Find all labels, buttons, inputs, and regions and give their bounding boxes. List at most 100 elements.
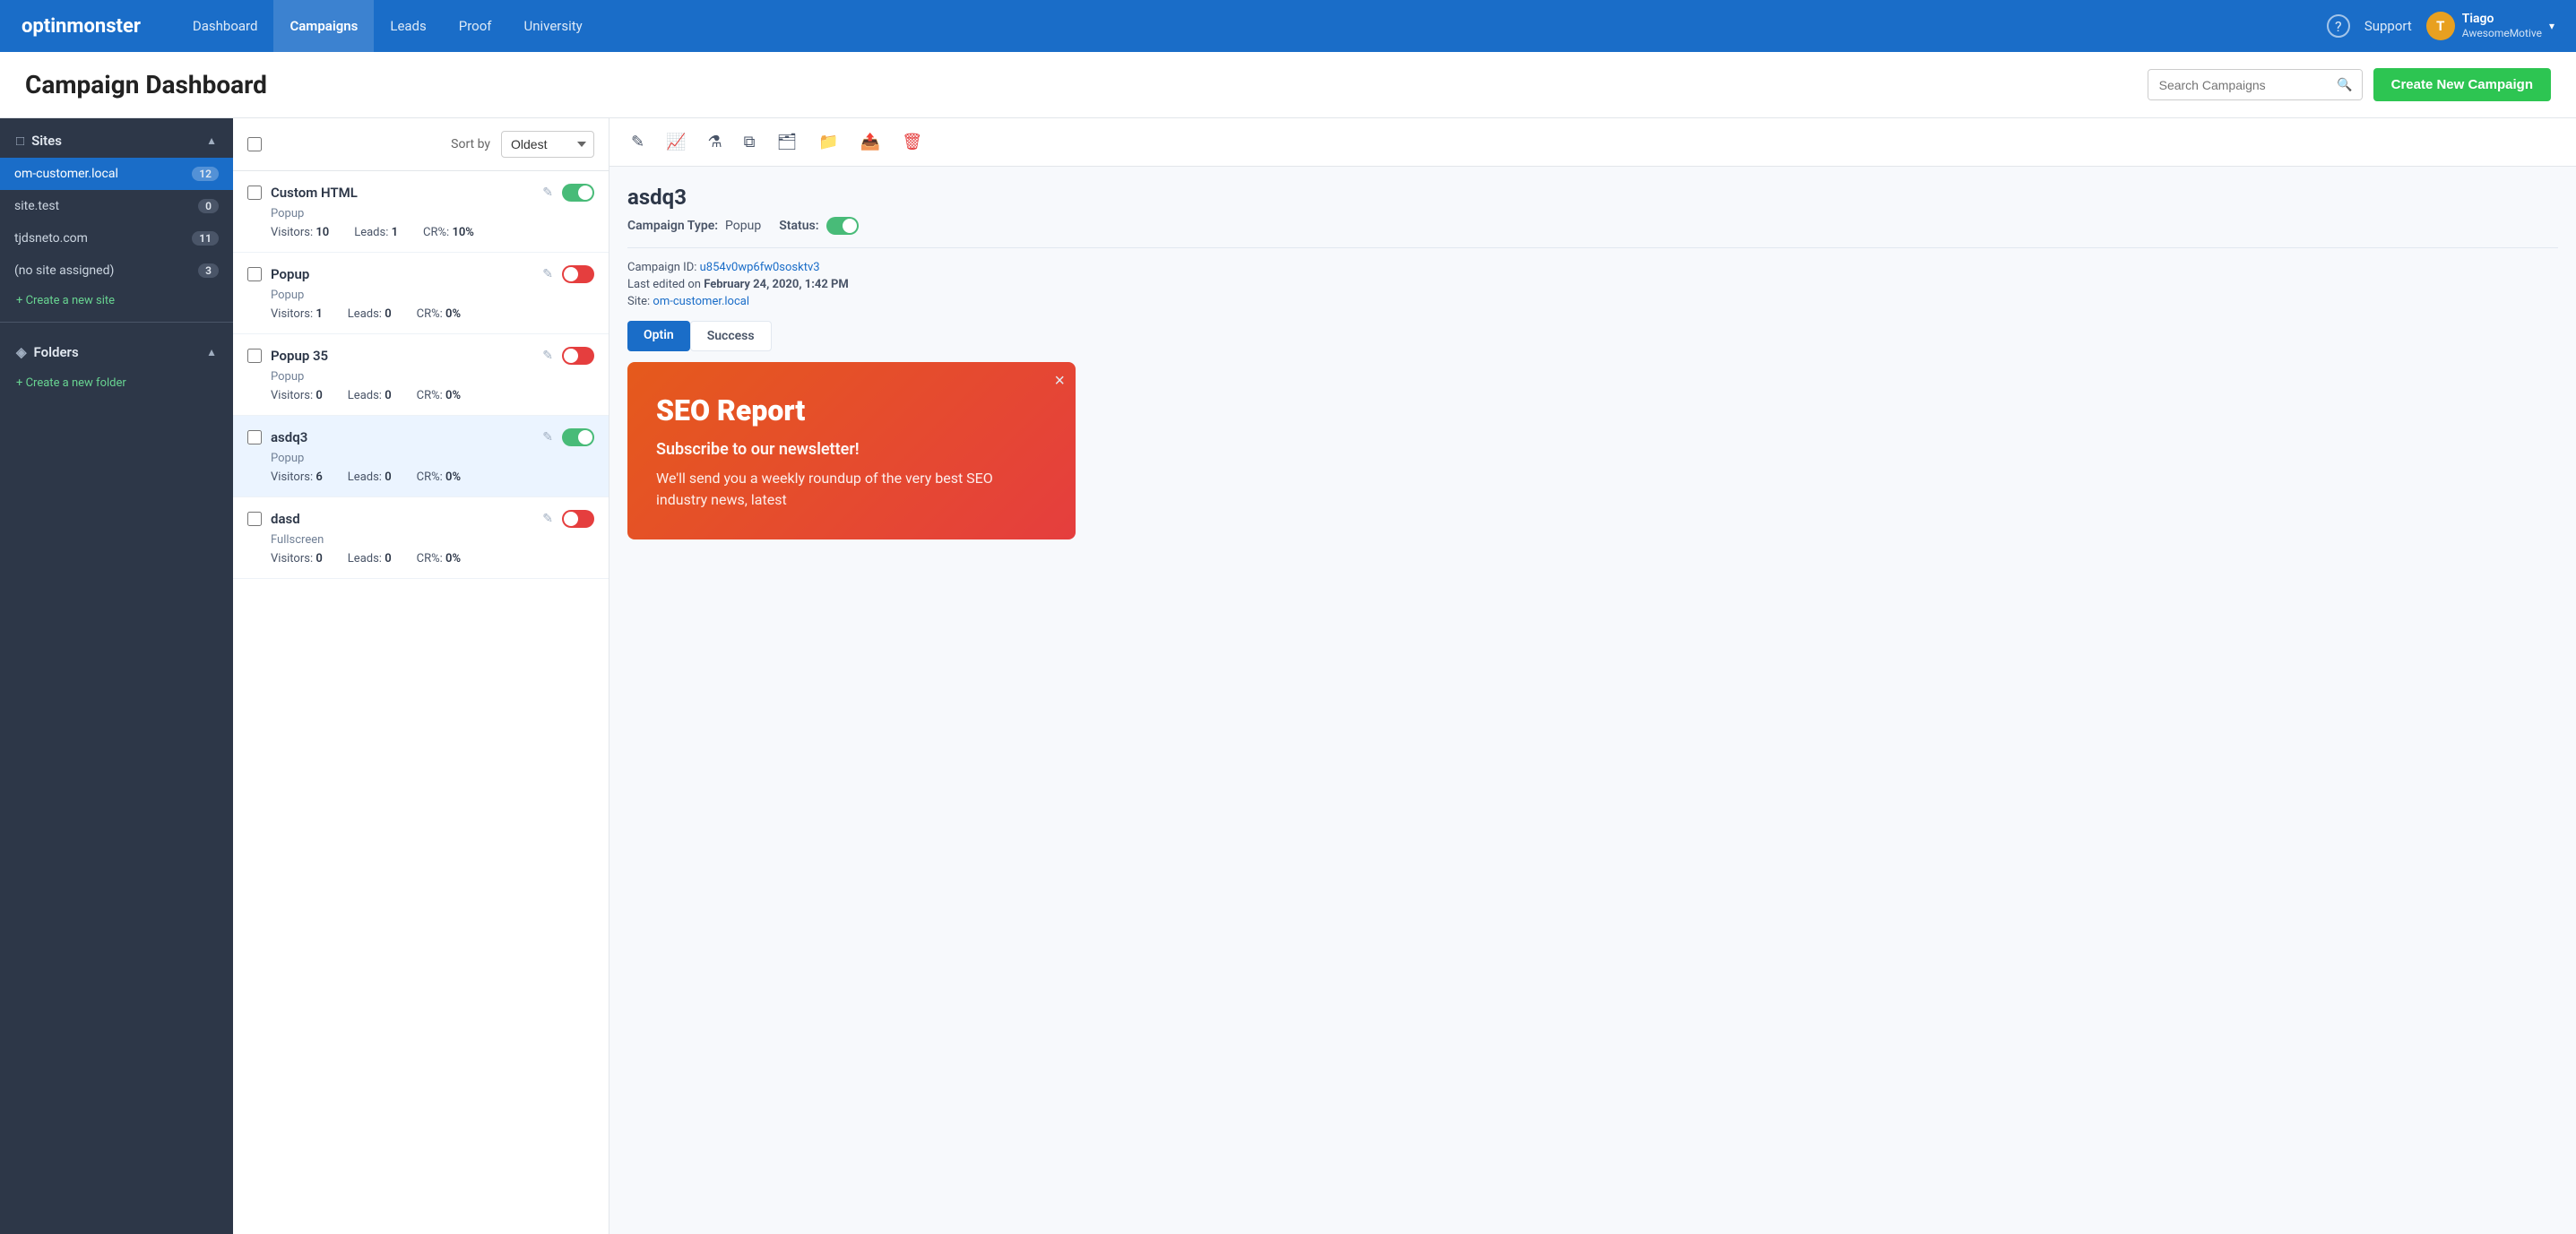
logo[interactable]: optinmonster — [22, 15, 141, 38]
popup-close-button[interactable]: × — [1054, 371, 1065, 392]
campaign-row[interactable]: asdq3 ✎ Popup Visitors: 6 Leads: 0 CR% — [233, 416, 609, 497]
sidebar-badge: 3 — [198, 263, 219, 278]
sidebar-badge: 11 — [192, 231, 219, 246]
user-menu[interactable]: T Tiago AwesomeMotive ▾ — [2426, 12, 2554, 40]
leads-stat: Leads: 1 — [354, 226, 398, 239]
user-chevron-icon: ▾ — [2549, 20, 2554, 32]
sites-icon: □ — [16, 133, 24, 149]
main-layout: □ Sites ▲ om-customer.local 12 site.test… — [0, 118, 2576, 1234]
support-link[interactable]: Support — [2364, 18, 2412, 34]
sidebar-item-om-customer[interactable]: om-customer.local 12 — [0, 158, 233, 190]
edit-icon[interactable]: ✎ — [542, 349, 553, 363]
select-all-checkbox[interactable] — [247, 137, 262, 151]
campaign-row[interactable]: dasd ✎ Fullscreen Visitors: 0 Leads: 0 — [233, 497, 609, 579]
filter-tool-icon[interactable]: ⚗ — [705, 129, 726, 155]
campaign-list-toolbar: Sort by Oldest Newest Name A-Z Name Z-A — [233, 118, 609, 171]
detail-last-edited: Last edited on February 24, 2020, 1:42 P… — [627, 278, 2558, 291]
sidebar-item-site-test[interactable]: site.test 0 — [0, 190, 233, 222]
detail-pane: ✎ 📈 ⚗ ⧉ 🗂 📁 📤 🗑 asdq3 Campaign Type: Pop… — [609, 118, 2576, 1234]
sidebar-badge: 12 — [192, 167, 219, 181]
edit-icon[interactable]: ✎ — [542, 186, 553, 200]
export-tool-icon[interactable]: 📤 — [857, 129, 884, 155]
edit-tool-icon[interactable]: ✎ — [627, 129, 648, 155]
sidebar-item-tjdsneto[interactable]: tjdsneto.com 11 — [0, 222, 233, 255]
campaign-list-body: Custom HTML ✎ Popup Visitors: 10 Leads: … — [233, 171, 609, 1234]
detail-campaign-name: asdq3 — [627, 185, 2558, 210]
sites-section-header[interactable]: □ Sites ▲ — [0, 118, 233, 158]
copy-tool-icon[interactable]: ⧉ — [740, 129, 759, 155]
campaign-type: Popup — [271, 207, 594, 220]
campaign-type: Popup — [271, 289, 594, 302]
folders-section-header[interactable]: ◈ Folders ▲ — [0, 330, 233, 369]
campaign-checkbox[interactable] — [247, 186, 262, 200]
leads-stat: Leads: 0 — [348, 552, 392, 565]
campaign-toggle[interactable] — [562, 510, 594, 528]
search-input[interactable] — [2148, 71, 2329, 99]
folders-section-title: Folders — [34, 344, 207, 360]
page-header: Campaign Dashboard 🔍 Create New Campaign — [0, 52, 2576, 118]
analytics-tool-icon[interactable]: 📈 — [662, 129, 689, 155]
leads-stat: Leads: 0 — [348, 470, 392, 484]
create-campaign-button[interactable]: Create New Campaign — [2373, 68, 2551, 101]
campaign-checkbox[interactable] — [247, 349, 262, 363]
sidebar-item-label: site.test — [14, 199, 198, 213]
campaign-stats: Visitors: 1 Leads: 0 CR%: 0% — [271, 307, 594, 321]
campaign-row[interactable]: Popup 35 ✎ Popup Visitors: 0 Leads: 0 — [233, 334, 609, 416]
detail-toolbar: ✎ 📈 ⚗ ⧉ 🗂 📁 📤 🗑 — [609, 118, 2576, 167]
campaign-toggle[interactable] — [562, 184, 594, 202]
detail-status-toggle[interactable] — [826, 217, 859, 235]
logo-text: optinmonster — [22, 15, 141, 38]
page-title: Campaign Dashboard — [25, 70, 267, 99]
edit-icon[interactable]: ✎ — [542, 430, 553, 444]
edit-icon[interactable]: ✎ — [542, 267, 553, 281]
user-info: Tiago AwesomeMotive — [2462, 12, 2542, 39]
visitors-stat: Visitors: 1 — [271, 307, 323, 321]
nav-dashboard[interactable]: Dashboard — [177, 0, 274, 52]
archive-tool-icon[interactable]: 🗂 — [774, 129, 801, 155]
campaign-checkbox[interactable] — [247, 512, 262, 526]
campaign-row[interactable]: Popup ✎ Popup Visitors: 1 Leads: 0 CR% — [233, 253, 609, 334]
site-link[interactable]: om-customer.local — [653, 295, 749, 308]
create-folder-link[interactable]: + Create a new folder — [0, 369, 233, 397]
sidebar: □ Sites ▲ om-customer.local 12 site.test… — [0, 118, 233, 1234]
campaign-id-link[interactable]: u854v0wp6fw0sosktv3 — [700, 261, 820, 274]
campaign-toggle[interactable] — [562, 347, 594, 365]
campaign-row[interactable]: Custom HTML ✎ Popup Visitors: 10 Leads: … — [233, 171, 609, 253]
campaign-list-pane: Sort by Oldest Newest Name A-Z Name Z-A … — [233, 118, 609, 1234]
folder-tool-icon[interactable]: 📁 — [815, 129, 842, 155]
sites-collapse-icon: ▲ — [206, 134, 217, 147]
campaign-name: Custom HTML — [271, 185, 533, 201]
nav-proof[interactable]: Proof — [443, 0, 508, 52]
campaign-toggle[interactable] — [562, 265, 594, 283]
visitors-stat: Visitors: 0 — [271, 389, 323, 402]
detail-meta-type: Campaign Type: Popup Status: — [627, 217, 2558, 235]
sort-label: Sort by — [451, 137, 490, 151]
edit-icon[interactable]: ✎ — [542, 512, 553, 526]
visitors-stat: Visitors: 0 — [271, 552, 323, 565]
cr-stat: CR%: 0% — [417, 470, 461, 484]
sidebar-item-label: tjdsneto.com — [14, 231, 192, 246]
delete-tool-icon[interactable]: 🗑 — [898, 129, 926, 155]
topnav-right: ? Support T Tiago AwesomeMotive ▾ — [2327, 12, 2554, 40]
create-site-link[interactable]: + Create a new site — [0, 287, 233, 315]
preview-popup: × SEO Report Subscribe to our newsletter… — [627, 362, 1076, 539]
detail-divider — [627, 247, 2558, 248]
nav-campaigns[interactable]: Campaigns — [273, 0, 374, 52]
help-icon[interactable]: ? — [2327, 14, 2350, 38]
user-name: Tiago — [2462, 12, 2542, 27]
header-actions: 🔍 Create New Campaign — [2148, 68, 2551, 101]
sidebar-item-no-site[interactable]: (no site assigned) 3 — [0, 255, 233, 287]
user-avatar: T — [2426, 12, 2455, 40]
sidebar-item-label: om-customer.local — [14, 167, 192, 181]
campaign-toggle[interactable] — [562, 428, 594, 446]
user-sub: AwesomeMotive — [2462, 27, 2542, 39]
tab-optin[interactable]: Optin — [627, 321, 690, 351]
campaign-checkbox[interactable] — [247, 430, 262, 444]
tab-success[interactable]: Success — [690, 321, 772, 351]
campaign-checkbox[interactable] — [247, 267, 262, 281]
sidebar-divider — [0, 322, 233, 323]
nav-university[interactable]: University — [508, 0, 599, 52]
search-button[interactable]: 🔍 — [2328, 70, 2361, 99]
nav-leads[interactable]: Leads — [374, 0, 442, 52]
sort-select[interactable]: Oldest Newest Name A-Z Name Z-A — [501, 131, 594, 158]
